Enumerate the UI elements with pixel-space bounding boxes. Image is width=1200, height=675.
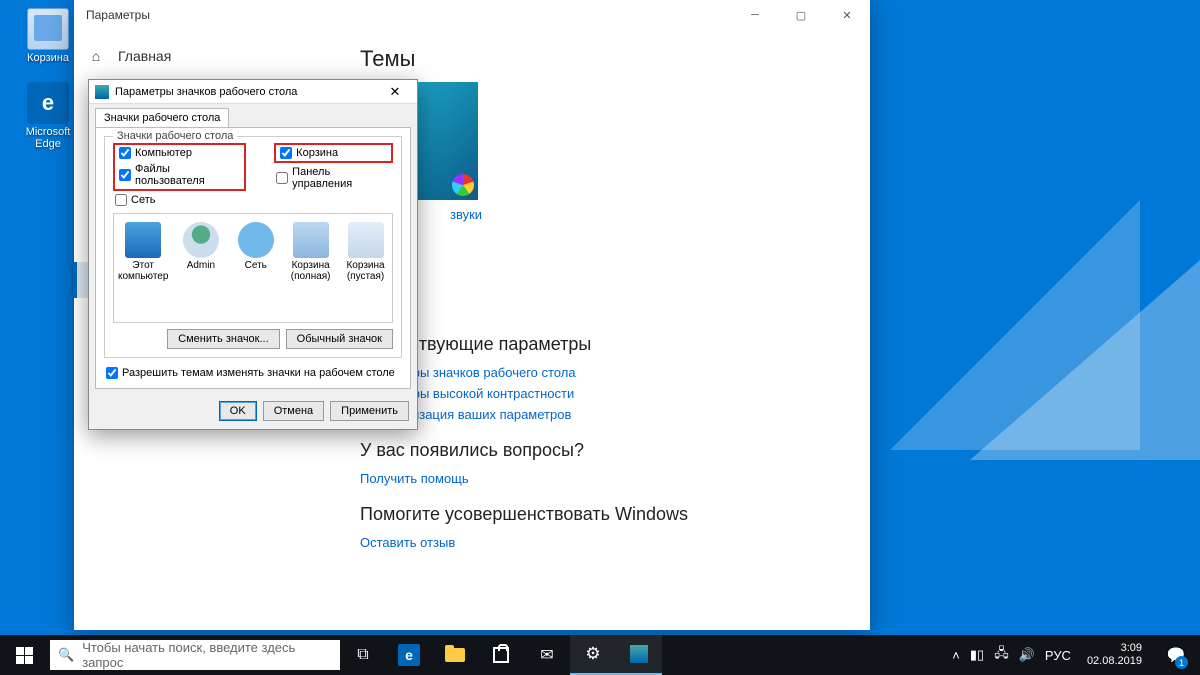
- search-placeholder: Чтобы начать поиск, введите здесь запрос: [82, 640, 332, 670]
- home-icon: ⌂: [88, 48, 104, 64]
- taskbar-edge[interactable]: e: [386, 635, 432, 675]
- computer-icon: [125, 222, 161, 258]
- apply-button[interactable]: Применить: [330, 401, 409, 421]
- window-title: Параметры: [86, 8, 150, 22]
- notification-badge: 1: [1175, 656, 1188, 669]
- theme-sounds-label: звуки: [450, 207, 482, 222]
- dialog-icon: [95, 85, 109, 99]
- group-legend: Значки рабочего стола: [113, 130, 237, 142]
- taskbar-dialog[interactable]: [616, 635, 662, 675]
- checkbox-userfiles[interactable]: Файлы пользователя: [117, 162, 242, 188]
- icon-bin-full[interactable]: Корзина(полная): [288, 222, 333, 282]
- windows-icon: [16, 647, 33, 664]
- icon-bin-empty[interactable]: Корзина(пустая): [343, 222, 388, 282]
- search-icon: 🔍: [58, 647, 74, 663]
- taskbar-store[interactable]: [478, 635, 524, 675]
- icon-preview-list: Этоткомпьютер Admin Сеть Корзина(полная)…: [113, 213, 393, 323]
- tray-date: 02.08.2019: [1087, 655, 1142, 668]
- tab-desktop-icons[interactable]: Значки рабочего стола: [95, 108, 229, 127]
- icon-admin[interactable]: Admin: [178, 222, 223, 282]
- taskbar-settings[interactable]: [570, 635, 616, 675]
- dialog-tabs: Значки рабочего стола: [89, 104, 417, 127]
- store-icon: [493, 647, 509, 663]
- link-high-contrast[interactable]: Параметры высокой контрастности: [360, 386, 844, 401]
- desktop-icon-label: Корзина: [16, 52, 80, 64]
- question-heading: У вас появились вопросы?: [360, 440, 844, 461]
- edge-icon: e: [27, 82, 69, 124]
- desktop-icon-recycle-bin[interactable]: Корзина: [16, 8, 80, 64]
- related-heading: Сопутствующие параметры: [360, 334, 844, 355]
- checkbox-network[interactable]: Сеть: [113, 193, 246, 207]
- ok-button[interactable]: OK: [219, 401, 257, 421]
- wallpaper-light: [880, 200, 1200, 460]
- taskbar: 🔍 Чтобы начать поиск, введите здесь запр…: [0, 635, 1200, 675]
- improve-heading: Помогите усовершенствовать Windows: [360, 504, 844, 525]
- icon-network[interactable]: Сеть: [233, 222, 278, 282]
- dialog-close-button[interactable]: ✕: [379, 84, 411, 100]
- network-icon: [238, 222, 274, 258]
- tray-chevron-up-icon[interactable]: ˄: [952, 648, 960, 663]
- tray-language[interactable]: РУС: [1045, 648, 1071, 663]
- folder-icon: [445, 648, 465, 662]
- desktop-icon-label: Microsoft Edge: [16, 126, 80, 150]
- desktop-icons-group: Значки рабочего стола Компьютер Файлы по…: [104, 136, 402, 358]
- page-title: Темы: [360, 46, 844, 72]
- system-tray: ˄ ▮▯ 🖧 🔊 РУС 3:09 02.08.2019 1: [952, 635, 1200, 675]
- change-icon-button[interactable]: Сменить значок...: [167, 329, 280, 349]
- link-desktop-icons[interactable]: Параметры значков рабочего стола: [360, 365, 844, 380]
- window-titlebar[interactable]: Параметры ─ ▢ ✕: [74, 0, 870, 30]
- default-icon-button[interactable]: Обычный значок: [286, 329, 393, 349]
- sidebar-home[interactable]: ⌂ Главная: [74, 38, 333, 74]
- recycle-bin-empty-icon: [348, 222, 384, 258]
- icon-this-pc[interactable]: Этоткомпьютер: [118, 222, 168, 282]
- checkbox-allow-themes[interactable]: Разрешить темам изменять значки на рабоч…: [104, 366, 402, 380]
- link-help[interactable]: Получить помощь: [360, 471, 844, 486]
- tray-battery-icon[interactable]: ▮▯: [970, 647, 984, 663]
- link-feedback[interactable]: Оставить отзыв: [360, 535, 844, 550]
- close-button[interactable]: ✕: [824, 0, 870, 30]
- taskbar-search[interactable]: 🔍 Чтобы начать поиск, введите здесь запр…: [50, 640, 340, 670]
- recycle-bin-full-icon: [293, 222, 329, 258]
- tray-volume-icon[interactable]: 🔊: [1019, 647, 1035, 663]
- checkbox-computer[interactable]: Компьютер: [117, 146, 242, 160]
- dialog-title: Параметры значков рабочего стола: [115, 86, 297, 98]
- maximize-button[interactable]: ▢: [778, 0, 824, 30]
- checkbox-controlpanel[interactable]: Панель управления: [274, 165, 393, 191]
- highlight-box: Корзина: [274, 143, 393, 163]
- start-button[interactable]: [0, 635, 48, 675]
- tray-notifications[interactable]: 1: [1158, 635, 1194, 675]
- cancel-button[interactable]: Отмена: [263, 401, 324, 421]
- tray-time: 3:09: [1087, 642, 1142, 655]
- tray-clock[interactable]: 3:09 02.08.2019: [1081, 642, 1148, 668]
- dialog-icon: [630, 645, 648, 663]
- mail-icon: ✉: [540, 645, 553, 665]
- link-sync[interactable]: Синхронизация ваших параметров: [360, 407, 844, 422]
- taskbar-mail[interactable]: ✉: [524, 635, 570, 675]
- desktop-icon-settings-dialog: Параметры значков рабочего стола ✕ Значк…: [88, 79, 418, 430]
- taskbar-explorer[interactable]: [432, 635, 478, 675]
- checkbox-recyclebin[interactable]: Корзина: [278, 146, 340, 160]
- highlight-box: Компьютер Файлы пользователя: [113, 143, 246, 191]
- tray-network-icon[interactable]: 🖧: [994, 644, 1009, 666]
- minimize-button[interactable]: ─: [732, 0, 778, 30]
- edge-icon: e: [398, 644, 420, 666]
- recycle-bin-icon: [27, 8, 69, 50]
- user-icon: [183, 222, 219, 258]
- task-view-button[interactable]: ⧉: [340, 635, 386, 675]
- dialog-titlebar[interactable]: Параметры значков рабочего стола ✕: [89, 80, 417, 104]
- desktop-icon-edge[interactable]: e Microsoft Edge: [16, 82, 80, 150]
